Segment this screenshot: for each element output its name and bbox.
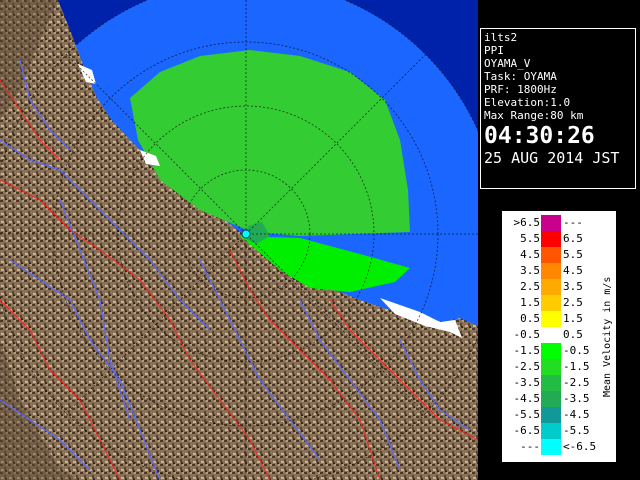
legend-row: 0.5 1.5	[502, 311, 602, 327]
legend-lower-bound: >6.5	[513, 216, 541, 229]
legend-row: 5.5 6.5	[502, 231, 602, 247]
legend-upper-bound: 5.5	[563, 248, 583, 261]
legend-row: -2.5 -1.5	[502, 359, 602, 375]
legend-upper-bound: -1.5	[563, 360, 590, 373]
legend-lower-bound: 1.5	[520, 296, 540, 309]
legend-row: -3.5 -2.5	[502, 375, 602, 391]
legend-color-swatch	[541, 215, 561, 231]
legend-upper-bound: 0.5	[563, 328, 583, 341]
legend-color-swatch	[541, 375, 561, 391]
scan-type: PPI	[484, 44, 504, 57]
legend-row: -1.5 -0.5	[502, 343, 602, 359]
legend-row: 4.5 5.5	[502, 247, 602, 263]
scan-date: 25 AUG 2014 JST	[484, 149, 620, 167]
legend-lower-bound: -1.5	[513, 344, 541, 357]
legend-row: -4.5 -3.5	[502, 391, 602, 407]
legend-lower-bound: -4.5	[513, 392, 541, 405]
max-range-value: Max Range:80 km	[484, 109, 584, 122]
legend-upper-bound: -4.5	[563, 408, 590, 421]
legend-upper-bound: ---	[563, 216, 583, 229]
legend-lower-bound: -5.5	[513, 408, 541, 421]
legend-row: -5.5 -4.5	[502, 407, 602, 423]
legend-row: 2.5 3.5	[502, 279, 602, 295]
legend-row: --- <-6.5	[502, 439, 602, 455]
legend-color-swatch	[541, 327, 561, 343]
legend-upper-bound: -2.5	[563, 376, 590, 389]
legend-upper-bound: <-6.5	[563, 440, 597, 453]
legend-color-swatch	[541, 231, 561, 247]
legend-lower-bound: 5.5	[520, 232, 540, 245]
legend-lower-bound: ---	[520, 440, 540, 453]
legend-lower-bound: -3.5	[513, 376, 541, 389]
legend-lower-bound: 4.5	[520, 248, 540, 261]
radar-name: OYAMA_V	[484, 57, 531, 70]
legend-upper-bound: 2.5	[563, 296, 583, 309]
legend-color-swatch	[541, 439, 561, 455]
legend-lower-bound: 0.5	[520, 312, 540, 325]
legend-upper-bound: 3.5	[563, 280, 583, 293]
legend-color-swatch	[541, 311, 561, 327]
radar-site-marker	[241, 229, 251, 239]
velocity-color-legend: Mean Velocity in m/s >6.5 --- 5.5 6.5 4.5 5.5…	[501, 210, 617, 463]
info-panel: ilts2 PPI OYAMA_V Task: OYAMA PRF: 1800H…	[480, 28, 636, 189]
prf-value: PRF: 1800Hz	[484, 83, 557, 96]
elevation-value: Elevation:1.0	[484, 96, 571, 109]
legend-lower-bound: 3.5	[520, 264, 540, 277]
legend-color-swatch	[541, 247, 561, 263]
legend-color-swatch	[541, 423, 561, 439]
legend-row: 3.5 4.5	[502, 263, 602, 279]
product-id: ilts2	[484, 31, 518, 44]
legend-color-swatch	[541, 359, 561, 375]
legend-color-swatch	[541, 263, 561, 279]
task-name: Task: OYAMA	[484, 70, 557, 83]
legend-row: 1.5 2.5	[502, 295, 602, 311]
scan-time: 04:30:26	[484, 123, 595, 149]
legend-row: -6.5 -5.5	[502, 423, 602, 439]
legend-upper-bound: -3.5	[563, 392, 590, 405]
legend-upper-bound: 6.5	[563, 232, 583, 245]
radar-ppi-display	[0, 0, 478, 480]
legend-unit-label: Mean Velocity in m/s	[602, 276, 613, 398]
legend-row: -0.5 0.5	[502, 327, 602, 343]
legend-color-swatch	[541, 279, 561, 295]
legend-upper-bound: -5.5	[563, 424, 590, 437]
legend-color-swatch	[541, 295, 561, 311]
legend-upper-bound: -0.5	[563, 344, 590, 357]
legend-upper-bound: 1.5	[563, 312, 583, 325]
legend-row: >6.5 ---	[502, 215, 602, 231]
legend-color-swatch	[541, 391, 561, 407]
legend-lower-bound: -6.5	[513, 424, 541, 437]
legend-color-swatch	[541, 343, 561, 359]
legend-lower-bound: 2.5	[520, 280, 540, 293]
legend-lower-bound: -2.5	[513, 360, 541, 373]
legend-upper-bound: 4.5	[563, 264, 583, 277]
legend-color-swatch	[541, 407, 561, 423]
legend-lower-bound: -0.5	[513, 328, 541, 341]
